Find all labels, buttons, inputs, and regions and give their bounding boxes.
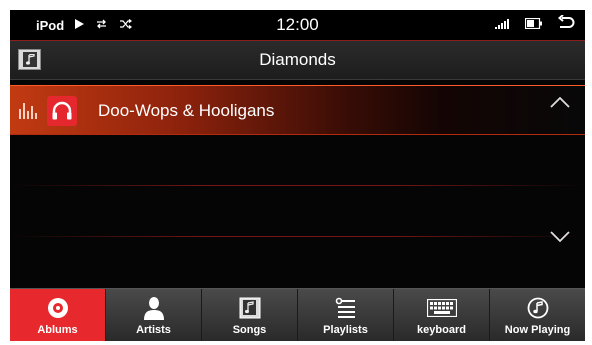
music-player-screen: iPod 12:00 Diamonds Doo-Wops & Hooligans… <box>10 10 585 341</box>
tab-keyboard[interactable]: keyboard <box>394 289 490 341</box>
tab-albums[interactable]: Ablums <box>10 289 106 341</box>
battery-icon <box>524 16 543 34</box>
page-title: Diamonds <box>259 50 336 69</box>
divider <box>10 236 585 237</box>
chevron-up-icon[interactable] <box>545 89 575 115</box>
play-icon <box>75 18 85 32</box>
tab-now-playing[interactable]: Now Playing <box>490 289 585 341</box>
tab-playlists[interactable]: Playlists <box>298 289 394 341</box>
tab-label: Artists <box>136 324 171 336</box>
back-arrow-icon[interactable] <box>557 13 575 36</box>
status-right <box>495 10 575 40</box>
tab-songs[interactable]: Songs <box>202 289 298 341</box>
shuffle-icon <box>119 18 133 32</box>
source-label: iPod <box>36 17 65 33</box>
signal-icon <box>495 16 511 34</box>
tab-artists[interactable]: Artists <box>106 289 202 341</box>
headphones-icon <box>47 96 77 126</box>
divider <box>10 185 585 186</box>
status-left: iPod <box>36 10 133 40</box>
album-disc-icon <box>47 296 69 320</box>
repeat-icon <box>95 19 108 32</box>
chevron-down-icon[interactable] <box>545 223 575 249</box>
tab-label: Ablums <box>37 324 78 336</box>
header-bar: Diamonds <box>10 40 585 80</box>
person-icon <box>143 296 165 320</box>
tab-label: Playlists <box>323 324 368 336</box>
playlist-icon <box>335 296 357 320</box>
list-item-label: Doo-Wops & Hooligans <box>98 101 275 120</box>
now-playing-icon <box>527 296 549 320</box>
bottom-tab-bar: Ablums Artists Songs Playlists keyboard … <box>10 288 585 341</box>
status-bar: iPod 12:00 <box>10 10 585 40</box>
tab-label: Songs <box>232 324 267 336</box>
track-list: Doo-Wops & Hooligans <box>10 81 585 284</box>
tab-label: Now Playing <box>504 324 571 336</box>
music-note-icon <box>239 296 261 320</box>
keyboard-icon <box>426 296 457 320</box>
equalizer-icon <box>19 101 39 119</box>
list-item-selected[interactable]: Doo-Wops & Hooligans <box>10 85 585 135</box>
tab-label: keyboard <box>417 324 466 336</box>
